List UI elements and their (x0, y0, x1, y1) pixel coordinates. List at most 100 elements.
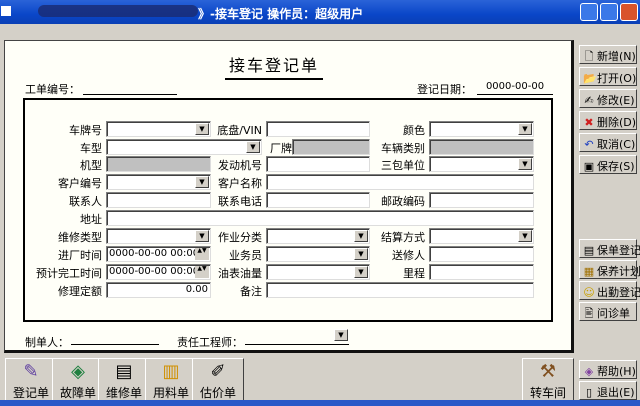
in-time-value: 0000-00-00 00:00 (109, 248, 200, 259)
new-label: 新增(N) (597, 50, 636, 63)
minimize-button[interactable] (580, 3, 598, 21)
workshop-icon: ⚒ (539, 361, 557, 382)
estimate-sheet-button[interactable]: ✐ 估价单 (192, 358, 244, 402)
maker-field[interactable] (71, 331, 159, 345)
chevron-down-icon[interactable]: ▼ (518, 123, 532, 135)
vehicle-class-field[interactable] (429, 139, 534, 155)
remark-field[interactable] (266, 282, 534, 298)
warranty-unit-select[interactable]: ▼ (429, 156, 534, 172)
eta-field[interactable]: 0000-00-00 00:00 ▲▼ (106, 264, 211, 280)
transfer-workshop-button[interactable]: ⚒ 转车间 (522, 358, 574, 402)
reg-date-label: 登记日期： (417, 83, 472, 96)
chevron-down-icon[interactable]: ▼ (334, 329, 348, 341)
register-sheet-label: 登记单 (12, 386, 49, 400)
transfer-workshop-label: 转车间 (529, 386, 566, 400)
save-button[interactable]: ▣ 保存(S) (579, 155, 637, 174)
register-sheet-button[interactable]: ✎ 登记单 (5, 358, 57, 402)
work-class-select[interactable]: ▼ (266, 228, 370, 244)
model-select[interactable]: ▼ (106, 139, 262, 155)
customer-no-select[interactable]: ▼ (106, 174, 211, 190)
inquiry-icon: 🖹 (584, 307, 594, 320)
chevron-down-icon[interactable]: ▼ (354, 266, 368, 278)
help-button[interactable]: ◈ 帮助(H) (579, 360, 637, 379)
settle-select[interactable]: ▼ (429, 228, 534, 244)
chevron-down-icon[interactable]: ▼ (518, 158, 532, 170)
quota-label: 修理定额 (58, 285, 102, 298)
phone-field[interactable] (266, 192, 370, 208)
engineer-select[interactable]: ▼ (245, 329, 349, 345)
maintenance-plan-label: 保养计划 (597, 265, 640, 278)
fuel-select[interactable]: ▼ (266, 264, 370, 280)
maker-label: 制单人： (25, 336, 69, 349)
warranty-unit-label: 三包单位 (381, 159, 425, 172)
title-bar: 》-接车登记 操作员：超级用户 (0, 0, 640, 24)
customer-name-field[interactable] (266, 174, 534, 190)
order-no-field[interactable] (83, 81, 177, 95)
quota-field[interactable]: 0.00 (106, 282, 211, 298)
plate-select[interactable]: ▼ (106, 121, 211, 137)
maximize-button[interactable] (600, 3, 618, 21)
reg-date-field[interactable]: 0000-00-00 (477, 81, 553, 95)
policy-register-button[interactable]: ▤ 保单登记 (579, 239, 640, 258)
model-label: 车型 (80, 142, 102, 155)
edit-button[interactable]: ✍ 修改(E) (579, 89, 637, 108)
remark-label: 备注 (240, 285, 262, 298)
contact-field[interactable] (106, 192, 211, 208)
chevron-down-icon[interactable]: ▼ (518, 230, 532, 242)
in-time-field[interactable]: 0000-00-00 00:00 ▲▼ (106, 246, 211, 262)
engineer-label: 责任工程师： (177, 336, 243, 349)
settle-label: 结算方式 (381, 231, 425, 244)
exit-door-icon: ▯ (585, 386, 593, 399)
edit-label: 修改(E) (597, 94, 635, 107)
attendance-label: 出勤登记 (597, 286, 640, 299)
spinner-icon[interactable]: ▲▼ (195, 266, 209, 278)
close-button[interactable] (620, 3, 638, 21)
fuel-label: 油表油量 (218, 267, 262, 280)
brand-field[interactable] (292, 139, 370, 155)
postcode-field[interactable] (429, 192, 534, 208)
eta-value: 0000-00-00 00:00 (109, 266, 200, 277)
eta-label: 预计完工时间 (36, 267, 102, 280)
smiley-icon: ☺ (583, 286, 595, 299)
maintenance-plan-button[interactable]: ▦ 保养计划 (579, 260, 640, 279)
estimate-sheet-label: 估价单 (199, 386, 236, 400)
new-button[interactable]: 🗋 新增(N) (579, 45, 637, 64)
delete-button[interactable]: ✖ 删除(D) (579, 111, 637, 130)
cancel-button[interactable]: ↶ 取消(C) (579, 133, 637, 152)
plate-label: 车牌号 (69, 124, 102, 137)
attendance-button[interactable]: ☺ 出勤登记 (579, 281, 640, 300)
save-icon: ▣ (583, 160, 595, 173)
salesman-label: 业务员 (229, 249, 262, 262)
calendar-icon: ▦ (583, 265, 595, 278)
salesman-select[interactable]: ▼ (266, 246, 370, 262)
redacted-title (38, 5, 198, 17)
address-field[interactable] (106, 210, 534, 226)
repair-type-select[interactable]: ▼ (106, 228, 211, 244)
contact-label: 联系人 (69, 195, 102, 208)
mileage-field[interactable] (429, 264, 534, 280)
spinner-icon[interactable]: ▲▼ (195, 248, 209, 260)
color-select[interactable]: ▼ (429, 121, 534, 137)
chevron-down-icon[interactable]: ▼ (354, 248, 368, 260)
chevron-down-icon[interactable]: ▼ (195, 176, 209, 188)
chevron-down-icon[interactable]: ▼ (246, 141, 260, 153)
open-button[interactable]: 📂打开(O) (579, 67, 637, 86)
register-icon: ✎ (23, 361, 39, 382)
chevron-down-icon[interactable]: ▼ (195, 123, 209, 135)
inquiry-button[interactable]: 🖹 问诊单 (579, 302, 637, 321)
engine-no-field[interactable] (266, 156, 370, 172)
work-class-label: 作业分类 (218, 231, 262, 244)
repair-sheet-button[interactable]: ▤ 维修单 (98, 358, 150, 402)
help-icon: ◈ (584, 365, 594, 378)
sender-label: 送修人 (392, 249, 425, 262)
vin-field[interactable] (266, 121, 370, 137)
chevron-down-icon[interactable]: ▼ (354, 230, 368, 242)
fault-sheet-button[interactable]: ◈ 故障单 (52, 358, 104, 402)
quota-value: 0.00 (185, 284, 208, 295)
exit-button[interactable]: ▯ 退出(E) (579, 381, 637, 400)
engine-no-label: 发动机号 (218, 159, 262, 172)
engine-type-field[interactable] (106, 156, 211, 172)
chevron-down-icon[interactable]: ▼ (195, 230, 209, 242)
sender-field[interactable] (429, 246, 534, 262)
material-sheet-button[interactable]: ▥ 用料单 (145, 358, 197, 402)
